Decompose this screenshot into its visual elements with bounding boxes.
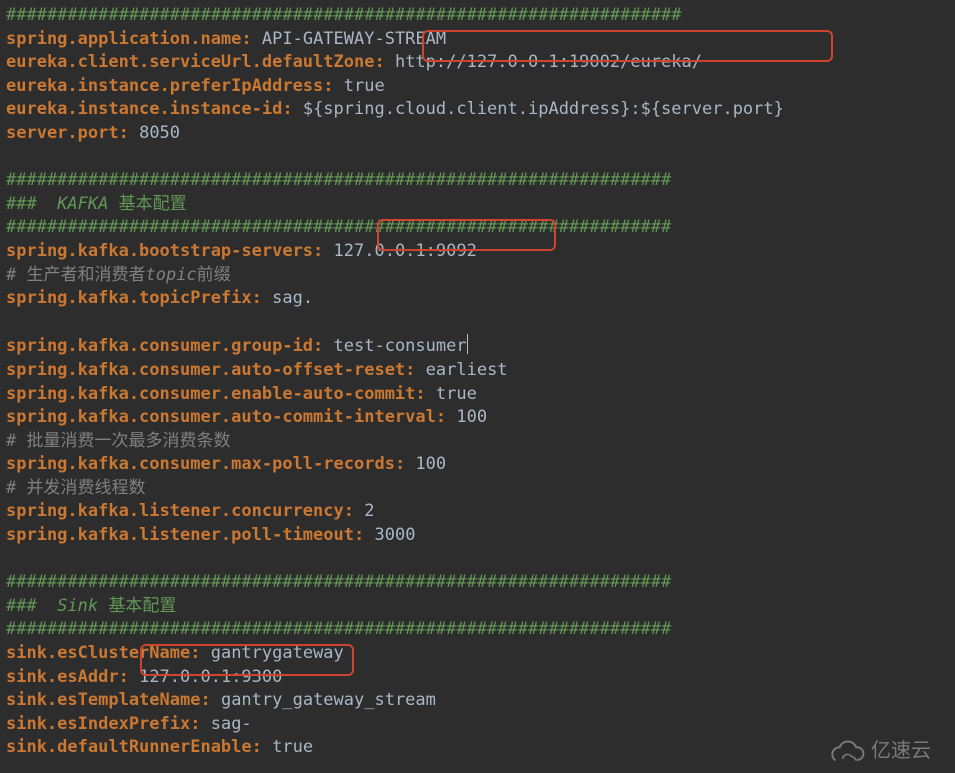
prop-key: sink.defaultRunnerEnable: [6, 737, 252, 757]
section-title-sink: Sink: [57, 596, 98, 616]
prop-key: spring.kafka.topicPrefix: [6, 288, 252, 308]
prop-value: sag-: [211, 714, 252, 734]
section-title-kafka: KAFKA: [57, 194, 108, 214]
prop-key: spring.kafka.consumer.enable-auto-commit: [6, 384, 415, 404]
prop-value: 8050: [139, 123, 180, 143]
prop-value: true: [272, 737, 313, 757]
prop-key: eureka.instance.preferIpAddress: [6, 76, 323, 96]
prop-value: 100: [415, 454, 446, 474]
prop-key: spring.kafka.consumer.max-poll-records: [6, 454, 395, 474]
section-divider: ########################################…: [6, 619, 671, 639]
comment-line: # 批量消费一次最多消费条数: [6, 431, 230, 451]
prop-value: true: [436, 384, 477, 404]
prop-key: sink.esAddr: [6, 667, 119, 687]
prop-key: spring.kafka.consumer.auto-offset-reset: [6, 360, 405, 380]
prop-key: eureka.client.serviceUrl.defaultZone: [6, 52, 374, 72]
cloud-icon: [827, 737, 865, 767]
prop-key: sink.esIndexPrefix: [6, 714, 190, 734]
prop-value: gantrygateway: [211, 643, 344, 663]
prop-key: eureka.instance.instance-id: [6, 99, 282, 119]
prop-key: spring.kafka.bootstrap-servers: [6, 241, 313, 261]
prop-value-eureka-url: http://127.0.0.1:19002/eureka/: [395, 52, 702, 72]
prop-key: server.port: [6, 123, 119, 143]
prop-value: gantry_gateway_stream: [221, 690, 436, 710]
prop-key: spring.kafka.consumer.group-id: [6, 336, 313, 356]
prop-value-kafka-servers: 127.0.0.1:9092: [334, 241, 477, 261]
prop-value: test-consumer: [334, 336, 467, 356]
watermark: 亿速云: [827, 735, 947, 769]
prop-key: sink.esTemplateName: [6, 690, 200, 710]
prop-value: earliest: [426, 360, 508, 380]
prop-key: spring.application.name: [6, 29, 241, 49]
prop-key: sink.esClusterName: [6, 643, 190, 663]
prop-key: spring.kafka.listener.concurrency: [6, 501, 344, 521]
watermark-text: 亿速云: [871, 740, 931, 764]
prop-key: spring.kafka.consumer.auto-commit-interv…: [6, 407, 436, 427]
prop-value: 2: [364, 501, 374, 521]
comment-line: # 并发消费线程数: [6, 478, 145, 498]
section-divider: ########################################…: [6, 170, 671, 190]
prop-value: 3000: [374, 525, 415, 545]
prop-value: true: [344, 76, 385, 96]
section-divider: ########################################…: [6, 217, 671, 237]
prop-value: ${spring.cloud.client.ipAddress}:${serve…: [303, 99, 784, 119]
prop-value: sag.: [272, 288, 313, 308]
divider-line: ########################################…: [6, 5, 682, 25]
prop-value: 100: [456, 407, 487, 427]
prop-value-es-addr: 127.0.0.1:9300: [139, 667, 282, 687]
prop-key: spring.kafka.listener.poll-timeout: [6, 525, 354, 545]
prop-value: API-GATEWAY-STREAM: [262, 29, 446, 49]
text-cursor: [467, 334, 468, 354]
section-divider: ########################################…: [6, 572, 671, 592]
config-file-content: ########################################…: [0, 0, 955, 766]
